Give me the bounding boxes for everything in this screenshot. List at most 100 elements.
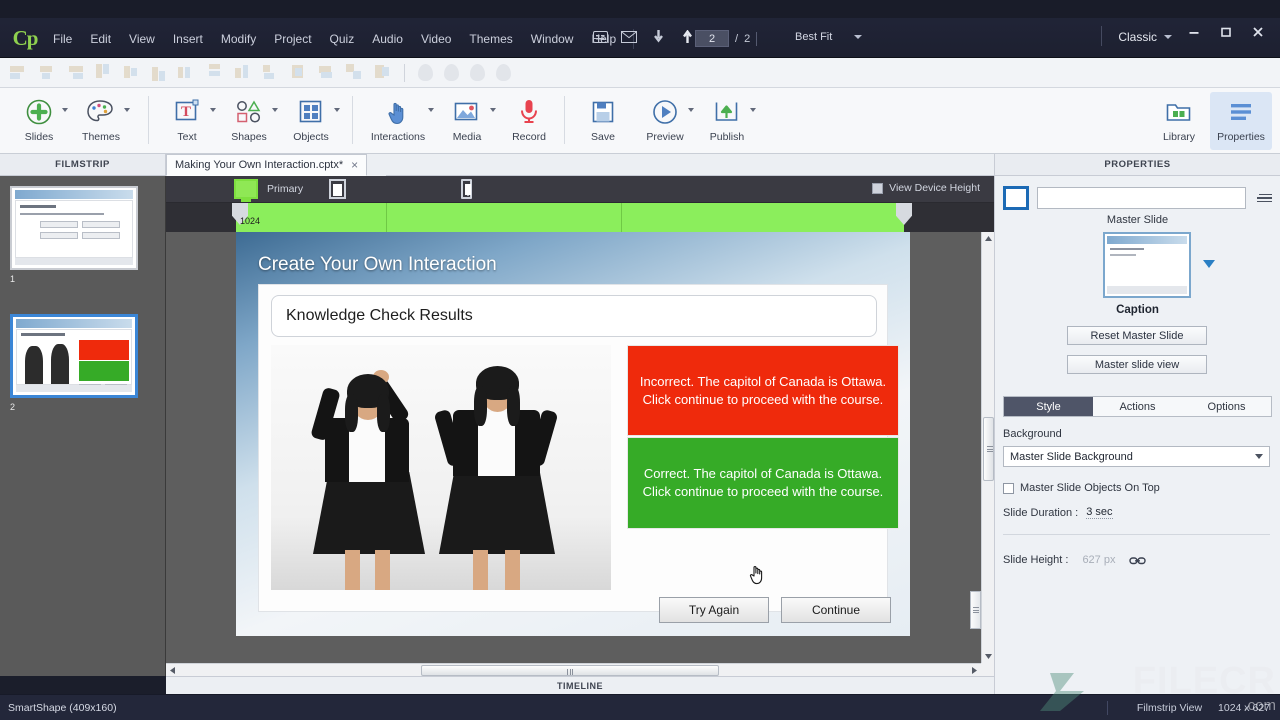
canvas-vertical-scrollbar[interactable] bbox=[981, 232, 994, 663]
menu-item-themes[interactable]: Themes bbox=[460, 28, 521, 50]
breakpoint-ruler[interactable]: 1024 bbox=[166, 203, 994, 232]
close-button[interactable] bbox=[1242, 20, 1274, 44]
vertical-scroll-thumb[interactable] bbox=[983, 417, 994, 481]
chevron-down-icon[interactable] bbox=[490, 108, 496, 112]
menu-item-quiz[interactable]: Quiz bbox=[321, 28, 364, 50]
document-tab[interactable]: Making Your Own Interaction.cptx* × bbox=[166, 154, 367, 176]
presentation-icon[interactable] bbox=[590, 28, 610, 46]
menu-item-audio[interactable]: Audio bbox=[363, 28, 412, 50]
properties-button[interactable]: Properties bbox=[1210, 92, 1272, 150]
view-device-height-label: View Device Height bbox=[889, 182, 980, 194]
person-right-leg-2 bbox=[505, 550, 520, 590]
correct-feedback-shape[interactable]: Correct. The capitol of Canada is Ottawa… bbox=[627, 437, 899, 529]
chevron-down-icon[interactable] bbox=[62, 108, 68, 112]
text-button[interactable]: T Text bbox=[156, 92, 218, 150]
chevron-down-icon[interactable] bbox=[334, 108, 340, 112]
themes-button[interactable]: Themes bbox=[70, 92, 132, 150]
filmstrip-slide-2[interactable]: Create Your Own Interaction 2 bbox=[10, 314, 138, 412]
master-slide-objects-on-top-checkbox[interactable] bbox=[1003, 483, 1014, 494]
tab-options[interactable]: Options bbox=[1182, 397, 1271, 416]
upload-icon[interactable] bbox=[677, 28, 697, 46]
objects-button[interactable]: Objects bbox=[280, 92, 342, 150]
window-frame-top bbox=[0, 0, 1280, 18]
view-device-height-toggle[interactable]: View Device Height bbox=[872, 182, 980, 194]
menu-item-project[interactable]: Project bbox=[265, 28, 320, 50]
thumb-correct-box bbox=[79, 361, 129, 381]
tab-style[interactable]: Style bbox=[1004, 397, 1093, 416]
view-device-height-checkbox[interactable] bbox=[872, 183, 883, 194]
menu-item-modify[interactable]: Modify bbox=[212, 28, 265, 50]
knowledge-check-heading-box[interactable]: Knowledge Check Results bbox=[271, 295, 877, 337]
master-slide-view-button[interactable]: Master slide view bbox=[1067, 355, 1207, 374]
thumb-heading-line bbox=[20, 205, 56, 208]
slide-photo-image[interactable] bbox=[271, 345, 611, 590]
media-button[interactable]: Media bbox=[436, 92, 498, 150]
phone-icon[interactable] bbox=[461, 179, 472, 199]
chevron-down-icon[interactable] bbox=[854, 35, 862, 39]
align-left-icon bbox=[10, 64, 27, 81]
maximize-button[interactable] bbox=[1210, 20, 1242, 44]
slide-title-text[interactable]: Create Your Own Interaction bbox=[258, 254, 497, 276]
tab-actions[interactable]: Actions bbox=[1093, 397, 1182, 416]
download-icon[interactable] bbox=[648, 28, 668, 46]
preview-button[interactable]: Preview bbox=[634, 92, 696, 150]
captivate-window: Cp File Edit View Insert Modify Project … bbox=[0, 0, 1280, 720]
menu-item-edit[interactable]: Edit bbox=[81, 28, 120, 50]
timeline-panel-header[interactable]: TIMELINE bbox=[166, 676, 994, 694]
menu-item-insert[interactable]: Insert bbox=[164, 28, 212, 50]
chevron-down-icon[interactable] bbox=[210, 108, 216, 112]
slide-canvas[interactable]: Create Your Own Interaction Knowledge Ch… bbox=[236, 232, 910, 636]
menu-item-video[interactable]: Video bbox=[412, 28, 460, 50]
stage-area: Primary View Device Height 1024 Create Y… bbox=[166, 176, 994, 676]
canvas-horizontal-scrollbar[interactable] bbox=[166, 663, 981, 676]
chevron-down-icon[interactable] bbox=[750, 108, 756, 112]
reset-master-slide-button[interactable]: Reset Master Slide bbox=[1067, 326, 1207, 345]
desktop-icon[interactable] bbox=[234, 179, 258, 199]
filmstrip-slide-1[interactable]: Create Your Own Interaction 1 bbox=[10, 186, 138, 284]
current-slide-input[interactable]: 2 bbox=[695, 30, 729, 47]
minimize-button[interactable] bbox=[1178, 20, 1210, 44]
record-button[interactable]: Record bbox=[498, 92, 560, 150]
object-name-input[interactable] bbox=[1037, 187, 1246, 209]
try-again-button[interactable]: Try Again bbox=[659, 597, 769, 623]
master-slide-thumbnail[interactable] bbox=[1103, 232, 1191, 298]
palette-icon bbox=[86, 96, 116, 128]
master-slide-objects-on-top-row[interactable]: Master Slide Objects On Top bbox=[1003, 482, 1160, 494]
chevron-down-icon[interactable] bbox=[1164, 35, 1172, 39]
chevron-down-icon[interactable] bbox=[124, 108, 130, 112]
close-icon[interactable]: × bbox=[351, 158, 358, 172]
horizontal-scroll-thumb[interactable] bbox=[421, 665, 719, 676]
chevron-down-icon[interactable] bbox=[428, 108, 434, 112]
zoom-mode-selector[interactable]: Best Fit bbox=[795, 31, 862, 43]
chain-link-icon[interactable] bbox=[1129, 555, 1146, 566]
chevron-down-icon[interactable] bbox=[272, 108, 278, 112]
workspace-selector[interactable]: Classic bbox=[1118, 30, 1172, 44]
filmstrip-panel[interactable]: Create Your Own Interaction 1 Create You… bbox=[0, 176, 166, 676]
library-button[interactable]: Library bbox=[1148, 92, 1210, 150]
filmstrip-view-label[interactable]: Filmstrip View bbox=[1137, 702, 1202, 714]
slides-button[interactable]: Slides bbox=[8, 92, 70, 150]
panel-menu-icon[interactable] bbox=[1254, 189, 1272, 207]
distribute-vertical-icon bbox=[206, 64, 223, 81]
incorrect-feedback-shape[interactable]: Incorrect. The capitol of Canada is Otta… bbox=[627, 345, 899, 436]
scrollbar-corner bbox=[981, 663, 994, 676]
shapes-button[interactable]: Shapes bbox=[218, 92, 280, 150]
chevron-down-icon[interactable] bbox=[688, 108, 694, 112]
canvas-side-handle[interactable] bbox=[970, 591, 981, 629]
slide-duration-value[interactable]: 3 sec bbox=[1086, 506, 1112, 519]
menu-item-file[interactable]: File bbox=[44, 28, 81, 50]
tablet-icon[interactable] bbox=[329, 179, 346, 199]
master-slide-dropdown-icon[interactable] bbox=[1203, 260, 1215, 268]
background-select[interactable]: Master Slide Background bbox=[1003, 446, 1270, 467]
continue-button[interactable]: Continue bbox=[781, 597, 891, 623]
mail-icon[interactable] bbox=[619, 28, 639, 46]
menu-item-view[interactable]: View bbox=[120, 28, 164, 50]
menu-item-window[interactable]: Window bbox=[522, 28, 583, 50]
save-button[interactable]: Save bbox=[572, 92, 634, 150]
chevron-down-icon[interactable] bbox=[1255, 454, 1263, 459]
canvas-viewport[interactable]: Create Your Own Interaction Knowledge Ch… bbox=[166, 232, 994, 676]
interactions-button[interactable]: Interactions bbox=[360, 92, 436, 150]
publish-button[interactable]: Publish bbox=[696, 92, 758, 150]
shape-tool-icon-3 bbox=[470, 64, 485, 81]
ribbon-divider-1 bbox=[148, 96, 149, 144]
